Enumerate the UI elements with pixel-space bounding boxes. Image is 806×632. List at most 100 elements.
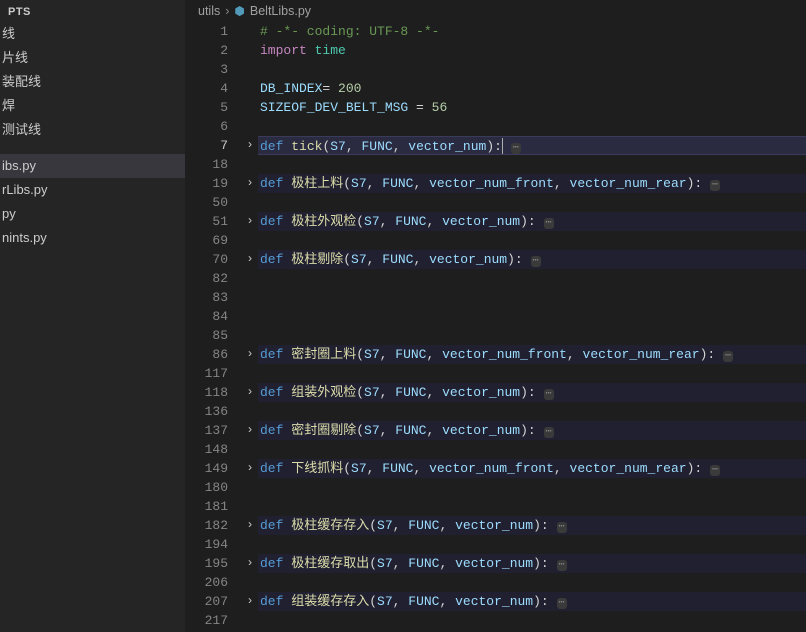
code-line[interactable] [258, 478, 806, 497]
fold-spacer [242, 307, 258, 326]
code-line[interactable]: def 密封圈上料(S7, FUNC, vector_num_front, ve… [258, 345, 806, 364]
sidebar-item[interactable]: py [0, 202, 185, 226]
fold-spacer [242, 497, 258, 516]
code-editor[interactable]: 1234567181950516970828384858611711813613… [186, 22, 806, 632]
code-line[interactable] [258, 307, 806, 326]
breadcrumb-file[interactable]: BeltLibs.py [250, 4, 311, 18]
line-number: 84 [186, 307, 228, 326]
line-number: 4 [186, 79, 228, 98]
code-line[interactable] [258, 326, 806, 345]
fold-chevron-icon[interactable]: › [242, 345, 258, 364]
fold-chevron-icon[interactable]: › [242, 592, 258, 611]
line-number-gutter: 1234567181950516970828384858611711813613… [186, 22, 242, 632]
code-line[interactable]: def tick(S7, FUNC, vector_num): ⋯ [258, 136, 806, 155]
line-number: 181 [186, 497, 228, 516]
sidebar-item[interactable]: 焊 [0, 94, 185, 118]
sidebar-header: PTS [0, 0, 185, 22]
fold-chevron-icon[interactable]: › [242, 250, 258, 269]
code-line[interactable]: def 密封圈剔除(S7, FUNC, vector_num): ⋯ [258, 421, 806, 440]
fold-chevron-icon[interactable]: › [242, 136, 258, 155]
code-line[interactable] [258, 60, 806, 79]
code-line[interactable]: SIZEOF_DEV_BELT_MSG = 56 [258, 98, 806, 117]
fold-chevron-icon[interactable]: › [242, 212, 258, 231]
chevron-right-icon: › [225, 4, 229, 18]
sidebar-item[interactable]: 片线 [0, 46, 185, 70]
line-number: 2 [186, 41, 228, 60]
fold-chevron-icon[interactable]: › [242, 174, 258, 193]
fold-spacer [242, 155, 258, 174]
line-number: 82 [186, 269, 228, 288]
code-line[interactable] [258, 269, 806, 288]
code-line[interactable]: def 极柱外观检(S7, FUNC, vector_num): ⋯ [258, 212, 806, 231]
code-line[interactable] [258, 288, 806, 307]
fold-chevron-icon[interactable]: › [242, 459, 258, 478]
line-number: 206 [186, 573, 228, 592]
code-line[interactable]: def 下线抓料(S7, FUNC, vector_num_front, vec… [258, 459, 806, 478]
sidebar-item[interactable]: ibs.py [0, 154, 185, 178]
fold-column: › › › › › › › › › › › [242, 22, 258, 632]
code-line[interactable] [258, 535, 806, 554]
fold-chevron-icon[interactable]: › [242, 383, 258, 402]
fold-chevron-icon[interactable]: › [242, 554, 258, 573]
code-line[interactable] [258, 497, 806, 516]
sidebar: PTS 线片线装配线焊测试线 ibs.pyrLibs.pypynints.py [0, 0, 186, 632]
code-line[interactable] [258, 231, 806, 250]
line-number: 70 [186, 250, 228, 269]
fold-chevron-icon[interactable]: › [242, 516, 258, 535]
line-number: 118 [186, 383, 228, 402]
sidebar-item[interactable]: 测试线 [0, 118, 185, 142]
line-number: 85 [186, 326, 228, 345]
main-area: utils › ⬢ BeltLibs.py 123456718195051697… [186, 0, 806, 632]
line-number: 136 [186, 402, 228, 421]
sidebar-item[interactable]: 线 [0, 22, 185, 46]
line-number: 149 [186, 459, 228, 478]
fold-chevron-icon[interactable]: › [242, 421, 258, 440]
code-line[interactable] [258, 117, 806, 136]
sidebar-item[interactable]: 装配线 [0, 70, 185, 94]
fold-spacer [242, 478, 258, 497]
line-number: 195 [186, 554, 228, 573]
code-line[interactable]: def 组装缓存存入(S7, FUNC, vector_num): ⋯ [258, 592, 806, 611]
line-number: 6 [186, 117, 228, 136]
code-line[interactable] [258, 193, 806, 212]
code-line[interactable] [258, 155, 806, 174]
code-line[interactable]: def 组装外观检(S7, FUNC, vector_num): ⋯ [258, 383, 806, 402]
fold-spacer [242, 60, 258, 79]
code-line[interactable] [258, 611, 806, 630]
code-line[interactable] [258, 364, 806, 383]
code-content[interactable]: # -*- coding: UTF-8 -*-import time DB_IND… [258, 22, 806, 632]
fold-spacer [242, 193, 258, 212]
fold-spacer [242, 117, 258, 136]
sidebar-tree: 线片线装配线焊测试线 ibs.pyrLibs.pypynints.py [0, 22, 185, 250]
fold-spacer [242, 535, 258, 554]
code-line[interactable]: import time [258, 41, 806, 60]
line-number: 148 [186, 440, 228, 459]
code-line[interactable]: DB_INDEX= 200 [258, 79, 806, 98]
sidebar-item[interactable]: rLibs.py [0, 178, 185, 202]
breadcrumb-parent[interactable]: utils [198, 4, 220, 18]
line-number: 50 [186, 193, 228, 212]
code-line[interactable] [258, 440, 806, 459]
breadcrumb[interactable]: utils › ⬢ BeltLibs.py [186, 0, 806, 22]
line-number: 5 [186, 98, 228, 117]
line-number: 194 [186, 535, 228, 554]
fold-spacer [242, 41, 258, 60]
code-line[interactable]: # -*- coding: UTF-8 -*- [258, 22, 806, 41]
code-line[interactable]: def 极柱上料(S7, FUNC, vector_num_front, vec… [258, 174, 806, 193]
line-number: 18 [186, 155, 228, 174]
line-number: 207 [186, 592, 228, 611]
python-file-icon: ⬢ [234, 4, 244, 18]
line-number: 137 [186, 421, 228, 440]
code-line[interactable] [258, 402, 806, 421]
line-number: 69 [186, 231, 228, 250]
line-number: 117 [186, 364, 228, 383]
code-line[interactable]: def 极柱缓存存入(S7, FUNC, vector_num): ⋯ [258, 516, 806, 535]
fold-spacer [242, 98, 258, 117]
fold-spacer [242, 22, 258, 41]
code-line[interactable]: def 极柱缓存取出(S7, FUNC, vector_num): ⋯ [258, 554, 806, 573]
line-number: 1 [186, 22, 228, 41]
line-number: 86 [186, 345, 228, 364]
sidebar-item[interactable]: nints.py [0, 226, 185, 250]
code-line[interactable]: def 极柱剔除(S7, FUNC, vector_num): ⋯ [258, 250, 806, 269]
code-line[interactable] [258, 573, 806, 592]
